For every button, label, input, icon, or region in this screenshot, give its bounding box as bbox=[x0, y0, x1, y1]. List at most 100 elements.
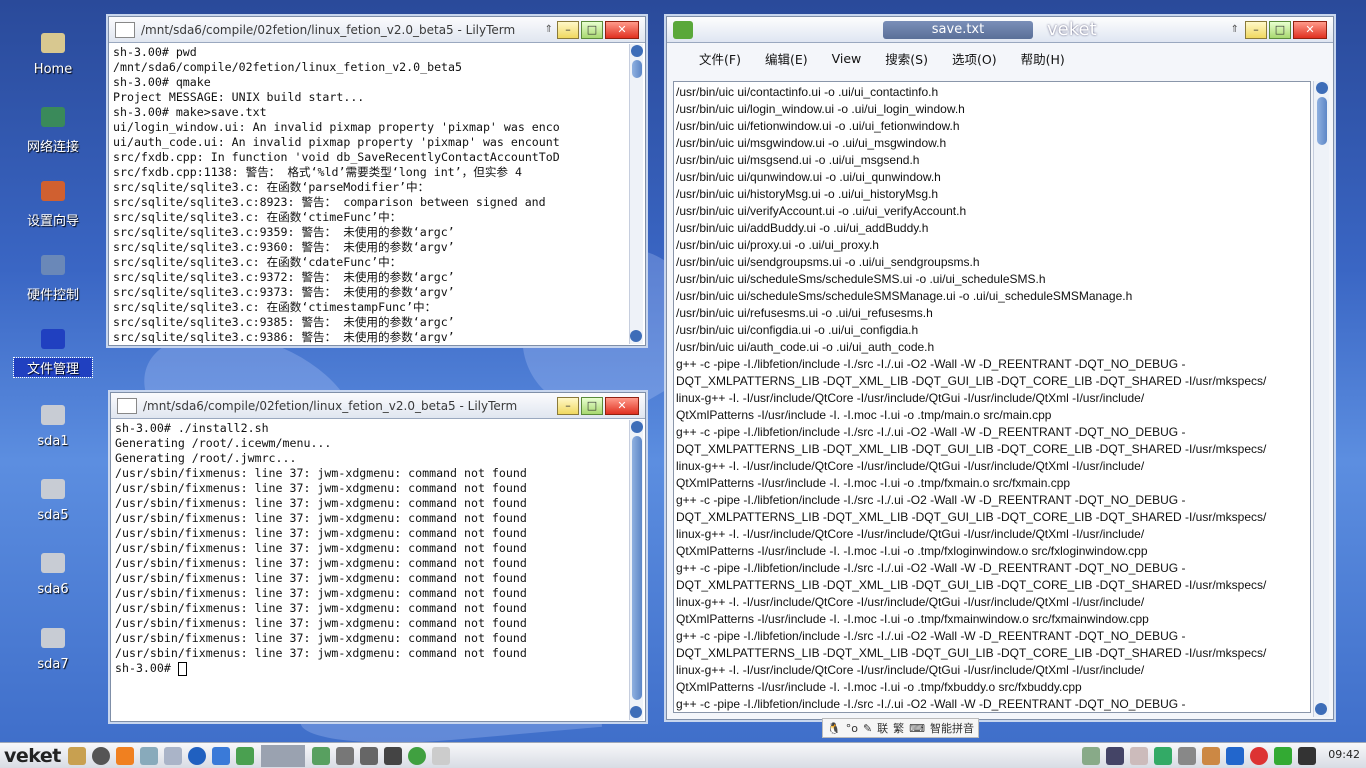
scroll-thumb[interactable] bbox=[632, 60, 642, 78]
scroll-up-arrow[interactable] bbox=[1315, 82, 1328, 94]
maximize-button[interactable]: □ bbox=[1269, 20, 1291, 39]
terminal-window-top[interactable]: /mnt/sda6/compile/02fetion/linux_fetion_… bbox=[108, 16, 646, 346]
output-line: DQT_XMLPATTERNS_LIB -DQT_XML_LIB -DQT_GU… bbox=[676, 510, 1267, 524]
desktop-icon-sda7[interactable]: sda7 bbox=[14, 625, 92, 672]
desktop-icon-硬件控制[interactable]: 硬件控制 bbox=[14, 252, 92, 303]
tools-icon[interactable] bbox=[67, 746, 86, 765]
menu-item[interactable]: 帮助(H) bbox=[1009, 49, 1077, 68]
editor-task-icon[interactable] bbox=[235, 746, 254, 765]
close-button[interactable]: ✕ bbox=[605, 20, 639, 39]
terminal-titlebar[interactable]: /mnt/sda6/compile/02fetion/linux_fetion_… bbox=[111, 393, 645, 419]
no-network-icon[interactable] bbox=[1250, 746, 1268, 765]
output-line: /usr/sbin/fixmenus: line 37: jwm-xdgmenu… bbox=[115, 496, 527, 510]
skin-icon[interactable]: ✎ bbox=[863, 722, 872, 735]
desktop-icon-sda6[interactable]: sda6 bbox=[14, 550, 92, 597]
output-line: src/sqlite/sqlite3.c: 在函数‘parseModifier’… bbox=[113, 180, 430, 194]
output-line: /usr/sbin/fixmenus: line 37: jwm-xdgmenu… bbox=[115, 601, 527, 615]
window-icon[interactable] bbox=[359, 746, 378, 765]
ime-toolbar[interactable]: 🐧 °o ✎ 联 繁 ⌨ 智能拼音 bbox=[822, 718, 980, 738]
terminal-output[interactable]: sh-3.00# ./install2.sh Generating /root/.… bbox=[111, 419, 627, 719]
output-line: DQT_XMLPATTERNS_LIB -DQT_XML_LIB -DQT_GU… bbox=[676, 374, 1267, 388]
ime-mode[interactable]: 智能拼音 bbox=[930, 720, 974, 736]
close-button[interactable]: ✕ bbox=[1293, 20, 1327, 39]
shade-arrow-icon[interactable]: ⇑ bbox=[545, 24, 553, 35]
output-line: /usr/bin/uic ui/msgsend.ui -o .ui/ui_msg… bbox=[676, 153, 920, 167]
minimize-button[interactable]: – bbox=[1245, 20, 1267, 39]
scroll-down-arrow[interactable] bbox=[630, 330, 642, 342]
output-line: Generating /root/.jwmrc... bbox=[115, 451, 297, 465]
task-button-active[interactable] bbox=[260, 744, 305, 767]
desktop-icon-文件管理[interactable]: 文件管理 bbox=[13, 326, 93, 378]
tray-icon[interactable] bbox=[1082, 746, 1100, 765]
terminal-scrollbar[interactable] bbox=[629, 44, 643, 344]
window-icon[interactable] bbox=[383, 746, 402, 765]
scroll-up-arrow[interactable] bbox=[630, 45, 643, 57]
output-line: QtXmlPatterns -I/usr/include -I. -I.moc … bbox=[676, 408, 1052, 422]
volume-icon[interactable] bbox=[1226, 746, 1244, 765]
output-line: /usr/sbin/fixmenus: line 37: jwm-xdgmenu… bbox=[115, 511, 527, 525]
terminal-title: /mnt/sda6/compile/02fetion/linux_fetion_… bbox=[143, 398, 518, 413]
menu-item[interactable]: 选项(O) bbox=[940, 49, 1009, 68]
keyboard-icon[interactable]: ⌨ bbox=[909, 722, 925, 735]
scroll-down-arrow[interactable] bbox=[630, 706, 642, 718]
output-line: /usr/sbin/fixmenus: line 37: jwm-xdgmenu… bbox=[115, 646, 527, 660]
menu-item[interactable]: 文件(F) bbox=[687, 49, 753, 68]
editor-menubar: 文件(F) 编辑(E) View 搜索(S) 选项(O) 帮助(H) bbox=[667, 43, 1333, 73]
minimize-button[interactable]: – bbox=[557, 396, 579, 415]
desktop-icon-网络连接[interactable]: 网络连接 bbox=[14, 104, 92, 155]
terminal-window-bottom[interactable]: /mnt/sda6/compile/02fetion/linux_fetion_… bbox=[110, 392, 646, 722]
brand-label: veket bbox=[1047, 19, 1097, 40]
minimize-button[interactable]: – bbox=[557, 20, 579, 39]
penguin-icon[interactable]: 🐧 bbox=[827, 722, 841, 735]
shade-arrow-icon[interactable]: ⇑ bbox=[1231, 24, 1239, 35]
punctuation-icon[interactable]: °o bbox=[846, 722, 858, 735]
output-line: /usr/bin/uic ui/addBuddy.ui -o .ui/ui_ad… bbox=[676, 221, 929, 235]
scroll-thumb[interactable] bbox=[1317, 97, 1327, 145]
editor-scrollbar[interactable] bbox=[1313, 81, 1329, 717]
output-line: src/sqlite/sqlite3.c:9359: 警告： 未使用的参数‘ar… bbox=[113, 225, 455, 239]
editor-textarea[interactable]: /usr/bin/uic ui/contactinfo.ui -o .ui/ui… bbox=[673, 81, 1311, 713]
network-tool-icon[interactable] bbox=[139, 746, 158, 765]
close-button[interactable]: ✕ bbox=[605, 396, 639, 415]
display-icon[interactable] bbox=[1154, 746, 1172, 765]
terminal-output[interactable]: sh-3.00# pwd/mnt/sda6/compile/02fetion/l… bbox=[109, 43, 627, 343]
output-line: /usr/bin/uic ui/configdia.ui -o .ui/ui_c… bbox=[676, 323, 919, 337]
desktop-icon-sda5[interactable]: sda5 bbox=[14, 476, 92, 523]
settings-icon[interactable] bbox=[91, 746, 110, 765]
network-status-icon[interactable] bbox=[1178, 746, 1196, 765]
wizard-icon bbox=[38, 178, 68, 204]
start-menu-logo[interactable]: veket bbox=[0, 745, 65, 767]
clipboard-icon[interactable] bbox=[1202, 746, 1220, 765]
files-icon[interactable] bbox=[163, 746, 182, 765]
maximize-button[interactable]: □ bbox=[581, 20, 603, 39]
editor-window[interactable]: save.txt veket ⇑ – □ ✕ 文件(F) 编辑(E) View 搜索(… bbox=[666, 16, 1334, 720]
desktop-icon-sda1[interactable]: sda1 bbox=[14, 402, 92, 449]
scroll-thumb[interactable] bbox=[632, 436, 642, 700]
browser-icon[interactable] bbox=[187, 746, 206, 765]
ime-item-lian[interactable]: 联 bbox=[877, 720, 888, 736]
menu-item[interactable]: 搜索(S) bbox=[873, 49, 940, 68]
vlc-icon[interactable] bbox=[115, 746, 134, 765]
terminal-titlebar[interactable]: /mnt/sda6/compile/02fetion/linux_fetion_… bbox=[109, 17, 645, 43]
menu-item[interactable]: 编辑(E) bbox=[753, 49, 820, 68]
pen-icon[interactable] bbox=[1298, 746, 1316, 765]
scroll-up-arrow[interactable] bbox=[630, 421, 643, 433]
desktop-icon-label: sda1 bbox=[37, 434, 69, 449]
output-line: DQT_XMLPATTERNS_LIB -DQT_XML_LIB -DQT_GU… bbox=[676, 578, 1267, 592]
menu-item[interactable]: View bbox=[820, 51, 874, 66]
terminal-task-icon[interactable] bbox=[211, 746, 230, 765]
disk-icon[interactable] bbox=[431, 746, 450, 765]
window-icon[interactable] bbox=[335, 746, 354, 765]
battery-icon[interactable] bbox=[1274, 746, 1292, 765]
desktop-icon-设置向导[interactable]: 设置向导 bbox=[14, 178, 92, 229]
scroll-down-arrow[interactable] bbox=[1315, 703, 1327, 715]
home-icon[interactable] bbox=[311, 746, 330, 765]
editor-titlebar[interactable]: save.txt veket ⇑ – □ ✕ bbox=[667, 17, 1333, 43]
editor-content[interactable]: /usr/bin/uic ui/contactinfo.ui -o .ui/ui… bbox=[674, 82, 1294, 712]
web-icon[interactable] bbox=[407, 746, 426, 765]
clock[interactable]: 09:42 bbox=[1328, 748, 1360, 761]
maximize-button[interactable]: □ bbox=[581, 396, 603, 415]
terminal-scrollbar[interactable] bbox=[629, 420, 643, 720]
ime-item-fan[interactable]: 繁 bbox=[893, 720, 904, 736]
desktop-icon-Home[interactable]: Home bbox=[14, 30, 92, 77]
